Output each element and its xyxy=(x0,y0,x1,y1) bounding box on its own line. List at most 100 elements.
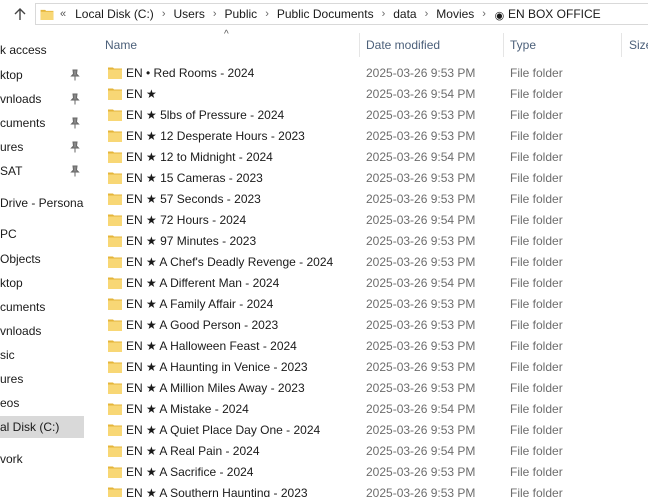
pin-icon[interactable] xyxy=(70,165,80,177)
file-row[interactable]: EN ★ 12 to Midnight - 2024 2025-03-26 9:5… xyxy=(84,147,648,168)
breadcrumb-separator-icon[interactable]: › xyxy=(265,8,269,20)
nav-item-label: Objects xyxy=(0,252,41,266)
nav-item-label: cuments xyxy=(0,300,46,314)
breadcrumb-separator-icon[interactable]: › xyxy=(213,8,217,20)
nav-item-label: ures xyxy=(0,140,24,154)
breadcrumb-item[interactable]: Public xyxy=(223,7,260,21)
file-type: File folder xyxy=(510,108,563,122)
up-arrow-icon xyxy=(14,8,26,20)
folder-icon xyxy=(108,88,122,100)
file-type: File folder xyxy=(510,276,563,290)
file-row[interactable]: EN ★ 57 Seconds - 2023 2025-03-26 9:53 PM… xyxy=(84,189,648,210)
file-type: File folder xyxy=(510,150,563,164)
column-divider[interactable] xyxy=(621,33,622,57)
nav-item[interactable]: vork xyxy=(0,448,84,470)
breadcrumb-item[interactable]: Users xyxy=(171,7,206,21)
column-header-type[interactable]: Type xyxy=(510,38,536,52)
file-date-modified: 2025-03-26 9:53 PM xyxy=(366,381,476,395)
breadcrumb-separator-icon[interactable]: › xyxy=(425,8,429,20)
nav-item-label: vnloads xyxy=(0,324,42,338)
file-name: EN ★ A Real Pain - 2024 xyxy=(126,444,260,458)
nav-item[interactable]: vnloads xyxy=(0,320,84,342)
file-row[interactable]: EN ★ 2025-03-26 9:54 PM File folder xyxy=(84,84,648,105)
column-header-name[interactable]: Name xyxy=(105,38,137,52)
file-row[interactable]: EN ★ 15 Cameras - 2023 2025-03-26 9:53 PM… xyxy=(84,168,648,189)
file-row[interactable]: EN ★ A Haunting in Venice - 2023 2025-03-… xyxy=(84,357,648,378)
nav-item[interactable]: sic xyxy=(0,344,84,366)
nav-item[interactable]: al Disk (C:) xyxy=(0,416,84,438)
nav-item[interactable]: Objects xyxy=(0,248,84,270)
column-header-date-modified[interactable]: Date modified xyxy=(366,38,440,52)
file-type: File folder xyxy=(510,360,563,374)
breadcrumb-label: EN BOX OFFICE xyxy=(507,6,601,21)
file-row[interactable]: EN ★ 5lbs of Pressure - 2024 2025-03-26 9… xyxy=(84,105,648,126)
file-row[interactable]: EN ★ A Quiet Place Day One - 2024 2025-03… xyxy=(84,420,648,441)
file-type: File folder xyxy=(510,402,563,416)
file-row[interactable]: EN • Red Rooms - 2024 2025-03-26 9:53 PM F… xyxy=(84,63,648,84)
nav-item[interactable]: SAT xyxy=(0,160,84,182)
nav-item[interactable]: cuments xyxy=(0,296,84,318)
nav-item[interactable]: ktop xyxy=(0,272,84,294)
nav-item[interactable]: ures xyxy=(0,136,84,158)
nav-item[interactable]: cuments xyxy=(0,112,84,134)
file-row[interactable]: EN ★ 72 Hours - 2024 2025-03-26 9:54 PM Fi… xyxy=(84,210,648,231)
file-date-modified: 2025-03-26 9:53 PM xyxy=(366,423,476,437)
breadcrumb-separator-icon[interactable]: › xyxy=(382,8,386,20)
file-list: ^ Name Date modified Type Size EN • Red … xyxy=(84,29,648,497)
file-row[interactable]: EN ★ A Sacrifice - 2024 2025-03-26 9:53 P… xyxy=(84,462,648,483)
file-date-modified: 2025-03-26 9:53 PM xyxy=(366,108,476,122)
column-header-size[interactable]: Size xyxy=(629,38,648,52)
address-toolbar: « Local Disk (C:) › Users › Public › Public Do… xyxy=(0,0,648,29)
file-row[interactable]: EN ★ A Real Pain - 2024 2025-03-26 9:54 P… xyxy=(84,441,648,462)
nav-item[interactable]: ktop xyxy=(0,64,84,86)
nav-item[interactable]: eos xyxy=(0,392,84,414)
file-date-modified: 2025-03-26 9:53 PM xyxy=(366,192,476,206)
breadcrumb-item[interactable]: ◉ EN BOX OFFICE xyxy=(492,7,603,22)
file-row[interactable]: EN ★ 97 Minutes - 2023 2025-03-26 9:53 PM… xyxy=(84,231,648,252)
file-date-modified: 2025-03-26 9:53 PM xyxy=(366,234,476,248)
folder-icon xyxy=(108,487,122,497)
pin-icon[interactable] xyxy=(70,117,80,129)
folder-icon xyxy=(108,67,122,79)
breadcrumb-separator-icon[interactable]: › xyxy=(482,8,486,20)
nav-item[interactable]: PC xyxy=(0,223,84,245)
up-arrow-button[interactable] xyxy=(10,4,30,24)
breadcrumb-item[interactable]: Public Documents xyxy=(275,7,376,21)
breadcrumb-item[interactable]: Movies xyxy=(434,7,476,21)
nav-item[interactable]: k access xyxy=(0,39,84,61)
nav-item[interactable]: Drive - Personal xyxy=(0,192,84,214)
file-date-modified: 2025-03-26 9:54 PM xyxy=(366,276,476,290)
file-name: EN ★ A Good Person - 2023 xyxy=(126,318,279,332)
file-row[interactable]: EN ★ 12 Desperate Hours - 2023 2025-03-26… xyxy=(84,126,648,147)
folder-icon xyxy=(108,466,122,478)
nav-item[interactable]: vnloads xyxy=(0,88,84,110)
file-row[interactable]: EN ★ A Halloween Feast - 2024 2025-03-26 … xyxy=(84,336,648,357)
breadcrumb-item[interactable]: Local Disk (C:) xyxy=(73,7,156,21)
address-bar[interactable]: « Local Disk (C:) › Users › Public › Public Do… xyxy=(35,3,648,25)
file-name: EN ★ 97 Minutes - 2023 xyxy=(126,234,257,248)
nav-item-label: ktop xyxy=(0,68,23,82)
folder-icon xyxy=(108,424,122,436)
file-row[interactable]: EN ★ A Southern Haunting - 2023 2025-03-2… xyxy=(84,483,648,497)
file-row[interactable]: EN ★ A Different Man - 2024 2025-03-26 9:… xyxy=(84,273,648,294)
nav-item-label: k access xyxy=(0,43,47,57)
pin-icon[interactable] xyxy=(70,141,80,153)
breadcrumb-overflow-button[interactable]: « xyxy=(60,8,66,20)
file-row[interactable]: EN ★ A Million Miles Away - 2023 2025-03-… xyxy=(84,378,648,399)
file-type: File folder xyxy=(510,339,563,353)
breadcrumb-item[interactable]: data xyxy=(391,7,418,21)
file-row[interactable]: EN ★ A Mistake - 2024 2025-03-26 9:54 PM F… xyxy=(84,399,648,420)
column-divider[interactable] xyxy=(503,33,504,57)
breadcrumb: « Local Disk (C:) › Users › Public › Public Do… xyxy=(60,7,603,22)
file-row[interactable]: EN ★ A Family Affair - 2024 2025-03-26 9:… xyxy=(84,294,648,315)
column-divider[interactable] xyxy=(359,33,360,57)
nav-item[interactable]: ures xyxy=(0,368,84,390)
file-type: File folder xyxy=(510,192,563,206)
file-type: File folder xyxy=(510,297,563,311)
pin-icon[interactable] xyxy=(70,93,80,105)
breadcrumb-label: Public Documents xyxy=(276,7,374,21)
pin-icon[interactable] xyxy=(70,69,80,81)
file-row[interactable]: EN ★ A Chef's Deadly Revenge - 2024 2025-… xyxy=(84,252,648,273)
file-row[interactable]: EN ★ A Good Person - 2023 2025-03-26 9:53… xyxy=(84,315,648,336)
breadcrumb-separator-icon[interactable]: › xyxy=(162,8,166,20)
